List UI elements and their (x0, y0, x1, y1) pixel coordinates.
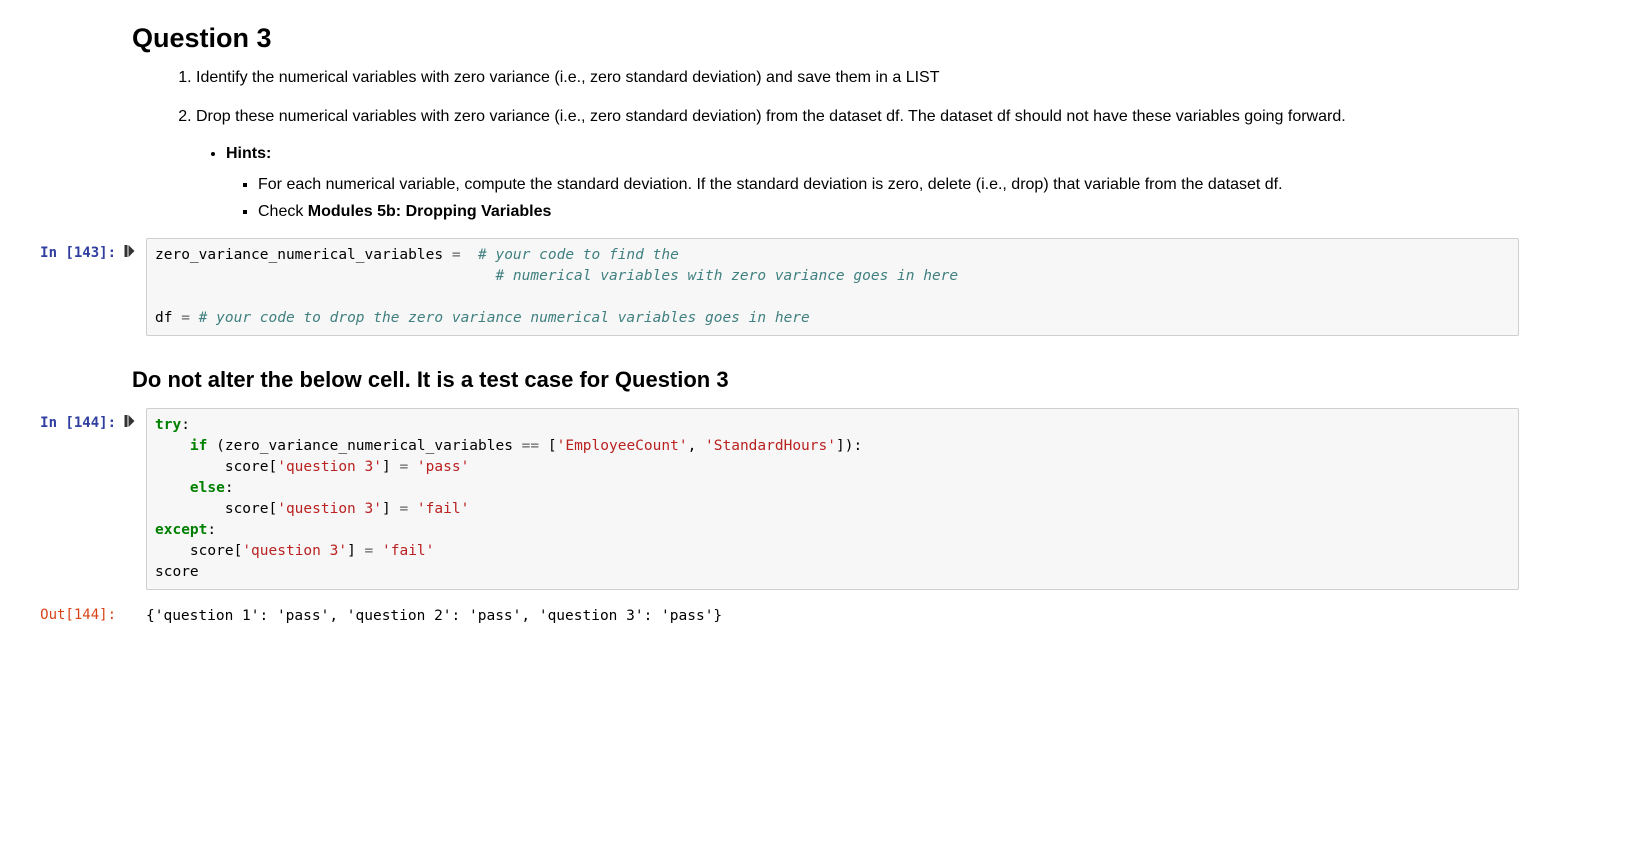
run-icon[interactable] (124, 238, 146, 257)
step-2-text: Drop these numerical variables with zero… (196, 108, 1346, 125)
hint-2-bold: Modules 5b: Dropping Variables (308, 203, 552, 220)
code-input-143[interactable]: zero_variance_numerical_variables = # yo… (146, 238, 1519, 336)
run-icon[interactable] (124, 408, 146, 427)
hint-2: Check Modules 5b: Dropping Variables (258, 200, 1511, 225)
markdown-cell-testcase-note: Do not alter the below cell. It is a tes… (124, 366, 1519, 394)
input-prompt-144: In [144]: (0, 408, 124, 432)
code-output-144: {'question 1': 'pass', 'question 2': 'pa… (146, 600, 1519, 627)
question-title: Question 3 (132, 22, 1511, 54)
markdown-cell-question3: Question 3 Identify the numerical variab… (124, 22, 1519, 224)
hints-list-inner: For each numerical variable, compute the… (226, 173, 1511, 225)
hint-2-prefix: Check (258, 203, 308, 220)
step-1: Identify the numerical variables with ze… (196, 66, 1511, 91)
code-cell-144: In [144]: try: if (zero_variance_numeric… (0, 408, 1639, 590)
testcase-heading: Do not alter the below cell. It is a tes… (132, 366, 1511, 394)
question-body: Identify the numerical variables with ze… (132, 66, 1511, 224)
notebook: Question 3 Identify the numerical variab… (0, 0, 1639, 643)
code-cell-143: In [143]: zero_variance_numerical_variab… (0, 238, 1639, 336)
output-icon-spacer (124, 600, 146, 607)
input-prompt-143: In [143]: (0, 238, 124, 262)
code-input-144[interactable]: try: if (zero_variance_numerical_variabl… (146, 408, 1519, 590)
hint-1: For each numerical variable, compute the… (258, 173, 1511, 198)
hints-list-outer: Hints: For each numerical variable, comp… (196, 142, 1511, 224)
code-output-row-144: Out[144]: {'question 1': 'pass', 'questi… (0, 600, 1639, 627)
hints-label: Hints: (226, 145, 271, 162)
question-steps: Identify the numerical variables with ze… (170, 66, 1511, 224)
hints-label-item: Hints: For each numerical variable, comp… (226, 142, 1511, 224)
output-prompt-144: Out[144]: (0, 600, 124, 624)
step-2: Drop these numerical variables with zero… (196, 105, 1511, 224)
